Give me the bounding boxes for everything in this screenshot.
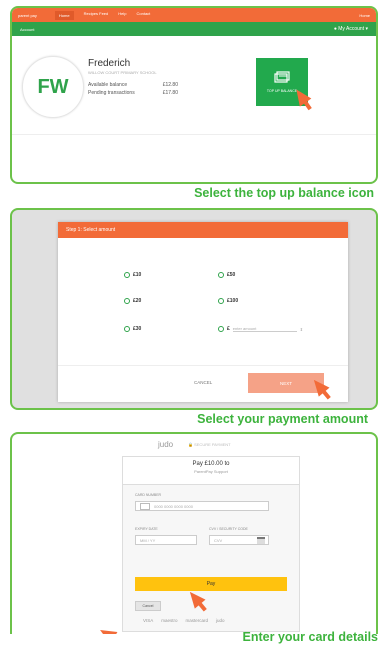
cancel-button-label: Cancel	[142, 604, 154, 608]
radio-icon	[218, 272, 224, 278]
card-icon	[140, 502, 150, 510]
nav-help[interactable]: Help	[118, 11, 126, 20]
step1-panel: parent pay Home Recipes Feed Help Contac…	[10, 6, 378, 184]
amount-label: £100	[227, 298, 239, 304]
radio-icon	[124, 298, 130, 304]
maestro-logo: maestro	[161, 618, 178, 623]
available-balance-value: £12.80	[162, 82, 178, 88]
nav-right-link[interactable]: Home	[359, 13, 370, 18]
amount-option[interactable]: £100	[218, 298, 238, 304]
my-account-dropdown[interactable]: ● My Account ▾	[334, 26, 368, 32]
accepted-cards: VISA maestro mastercard judo	[143, 618, 225, 623]
avatar-initials: FW	[37, 75, 69, 98]
account-summary: FW Frederich WILLOW COURT PRIMARY SCHOOL…	[12, 36, 376, 176]
nav-home[interactable]: Home	[54, 10, 74, 20]
account-name: Frederich	[88, 58, 131, 69]
cvv-card-icon	[257, 536, 265, 544]
account-school: WILLOW COURT PRIMARY SCHOOL	[88, 70, 157, 75]
payment-header: Pay £10.00 to ParentPay Support	[123, 457, 299, 485]
nav-recipes-feed[interactable]: Recipes Feed	[84, 11, 109, 20]
step1-caption: Select the top up balance icon	[194, 186, 374, 200]
payment-recipient: ParentPay Support	[194, 469, 228, 474]
card-payment-form: Pay £10.00 to ParentPay Support CARD NUM…	[122, 456, 300, 632]
radio-icon	[124, 326, 130, 332]
cancel-button[interactable]: Cancel	[135, 601, 161, 611]
stepper-icon[interactable]: ⇕	[300, 327, 303, 332]
judo-logo: judo	[158, 440, 174, 449]
brand-logo: parent pay	[18, 12, 37, 18]
next-button-label: NEXT	[279, 380, 292, 386]
pay-button-label: Pay	[206, 581, 216, 587]
nav-contact[interactable]: Contact	[137, 11, 151, 20]
cvv-input[interactable]: CVV	[209, 535, 269, 545]
amount-option[interactable]: £10	[124, 272, 141, 278]
cvv-placeholder: CVV	[214, 537, 223, 543]
account-bar: Account ● My Account ▾	[12, 22, 376, 36]
pending-transactions-value: £17.80	[162, 90, 178, 96]
secure-payment-badge: 🔒 SECURE PAYMENT	[188, 442, 231, 447]
step3-caption: Enter your card details	[242, 630, 378, 644]
amount-option[interactable]: £50	[218, 272, 235, 278]
amount-option[interactable]: £30	[124, 326, 141, 332]
custom-amount-input[interactable]: enter amount	[232, 326, 297, 332]
step2-panel: Step 1: Select amount £10 £20 £30 £50 £1…	[10, 208, 378, 410]
available-balance-label: Available balance	[88, 82, 128, 88]
amount-option[interactable]: £20	[124, 298, 141, 304]
step2-caption: Select your payment amount	[197, 412, 368, 426]
card-number-label: CARD NUMBER	[135, 493, 162, 497]
modal-header: Step 1: Select amount	[58, 222, 348, 238]
wallet-icon	[274, 71, 290, 83]
expiry-input[interactable]: MM / YY	[135, 535, 197, 545]
account-bar-title: Account	[20, 26, 35, 32]
judo-small-logo: judo	[216, 618, 225, 623]
expiry-label: EXPIRY DATE	[135, 527, 158, 531]
cancel-button[interactable]: CANCEL	[194, 380, 212, 385]
card-number-placeholder: 0000 0000 0000 0000	[154, 503, 193, 509]
cvv-label: CVV / SECURITY CODE	[209, 527, 248, 531]
amount-label: £10	[133, 272, 142, 278]
card-number-input[interactable]: 0000 0000 0000 0000	[135, 501, 269, 511]
avatar: FW	[22, 56, 84, 118]
top-nav-bar: parent pay Home Recipes Feed Help Contac…	[12, 8, 376, 22]
radio-icon	[218, 298, 224, 304]
currency-symbol: £	[227, 326, 230, 332]
my-account-label: My Account	[338, 26, 365, 32]
amount-label: £30	[133, 326, 142, 332]
divider	[12, 134, 376, 135]
amount-label: £50	[227, 272, 236, 278]
secure-payment-label: SECURE PAYMENT	[194, 442, 231, 447]
pending-transactions-label: Pending transactions	[88, 90, 135, 96]
pointer-arrow-icon	[96, 623, 118, 634]
mastercard-logo: mastercard	[185, 618, 209, 623]
available-balance-row: Available balance £12.80	[88, 82, 178, 88]
modal-footer: CANCEL NEXT	[58, 365, 348, 402]
radio-icon	[218, 326, 224, 332]
main-nav: Home Recipes Feed Help Contact	[54, 10, 151, 20]
amount-label: £20	[133, 298, 142, 304]
step3-panel: judo 🔒 SECURE PAYMENT Pay £10.00 to Pare…	[10, 432, 378, 634]
payment-title: Pay £10.00 to	[192, 461, 230, 467]
pending-transactions-row: Pending transactions £17.80	[88, 90, 178, 96]
pay-button[interactable]: Pay	[135, 577, 287, 591]
radio-icon	[124, 272, 130, 278]
expiry-placeholder: MM / YY	[140, 537, 156, 543]
custom-amount-option[interactable]: £ enter amount ⇕	[218, 326, 303, 332]
select-amount-modal: Step 1: Select amount £10 £20 £30 £50 £1…	[58, 222, 348, 402]
chevron-down-icon: ▾	[365, 26, 368, 32]
visa-logo: VISA	[143, 618, 154, 623]
